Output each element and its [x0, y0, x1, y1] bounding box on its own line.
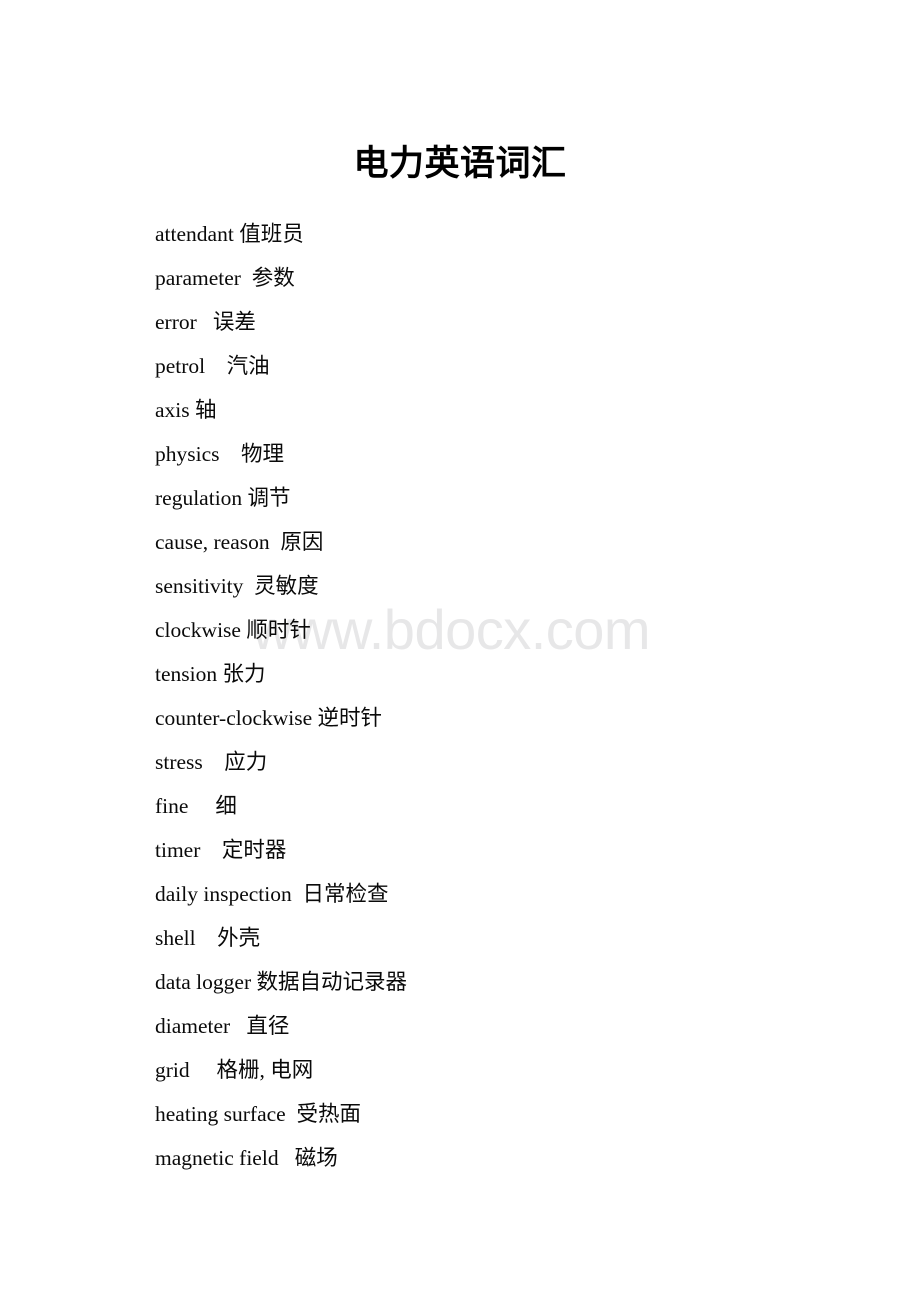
- vocabulary-entry: cause, reason 原因: [155, 520, 855, 564]
- entry-term: attendant: [155, 222, 234, 246]
- vocabulary-entry: data logger 数据自动记录器: [155, 960, 855, 1004]
- vocabulary-entry: diameter 直径: [155, 1004, 855, 1048]
- entry-gloss: 张力: [222, 662, 266, 686]
- entry-separator: [286, 1102, 297, 1126]
- entry-separator: [292, 882, 303, 906]
- entry-term: tension: [155, 662, 218, 686]
- vocabulary-entry: sensitivity 灵敏度: [155, 564, 855, 608]
- entry-gloss: 定时器: [221, 838, 287, 862]
- entry-separator: [197, 310, 213, 334]
- entry-gloss: 误差: [212, 310, 256, 334]
- entry-gloss: 磁场: [294, 1146, 338, 1170]
- entry-separator: [205, 354, 227, 378]
- entry-separator: [279, 1146, 295, 1170]
- entry-gloss: 原因: [280, 530, 324, 554]
- vocabulary-entry: attendant 值班员: [155, 212, 855, 256]
- entry-term: shell: [155, 926, 196, 950]
- entry-separator: [190, 1058, 217, 1082]
- entry-term: error: [155, 310, 197, 334]
- entry-gloss: 直径: [246, 1014, 290, 1038]
- entry-term: physics: [155, 442, 220, 466]
- entry-gloss: 数据自动记录器: [256, 970, 408, 994]
- entry-separator: [220, 442, 242, 466]
- entry-gloss: 轴: [195, 398, 217, 422]
- entry-separator: [200, 838, 222, 862]
- entry-gloss: 格栅, 电网: [216, 1058, 314, 1082]
- entry-term: petrol: [155, 354, 206, 378]
- entry-term: sensitivity: [155, 574, 244, 598]
- vocabulary-entry: error 误差: [155, 300, 855, 344]
- entry-separator: [230, 1014, 246, 1038]
- entry-gloss: 参数: [251, 266, 295, 290]
- vocabulary-entry: petrol 汽油: [155, 344, 855, 388]
- vocabulary-entry: shell 外壳: [155, 916, 855, 960]
- entry-separator: [203, 750, 225, 774]
- entry-term: diameter: [155, 1014, 231, 1038]
- vocabulary-entry: timer 定时器: [155, 828, 855, 872]
- entry-term: fine: [155, 794, 189, 818]
- entry-term: axis: [155, 398, 190, 422]
- entry-term: parameter: [155, 266, 241, 290]
- vocabulary-entry: grid 格栅, 电网: [155, 1048, 855, 1092]
- entry-gloss: 逆时针: [317, 706, 383, 730]
- entry-term: clockwise: [155, 618, 241, 642]
- entry-separator: [196, 926, 218, 950]
- entry-separator: [243, 574, 254, 598]
- entry-term: data logger: [155, 970, 252, 994]
- entry-term: daily inspection: [155, 882, 292, 906]
- entry-separator: [188, 794, 215, 818]
- entry-term: grid: [155, 1058, 190, 1082]
- vocabulary-entry: daily inspection 日常检查: [155, 872, 855, 916]
- entry-gloss: 细: [215, 794, 237, 818]
- entry-gloss: 应力: [224, 750, 268, 774]
- entry-term: stress: [155, 750, 203, 774]
- vocabulary-entry: axis 轴: [155, 388, 855, 432]
- entry-gloss: 受热面: [296, 1102, 361, 1126]
- vocabulary-entry: stress 应力: [155, 740, 855, 784]
- vocabulary-entry: regulation 调节: [155, 476, 855, 520]
- entry-separator: [270, 530, 281, 554]
- document-page: www.bdocx.com 电力英语词汇 attendant 值班员 parame…: [0, 0, 920, 1302]
- entry-gloss: 灵敏度: [254, 574, 319, 598]
- entry-term: magnetic field: [155, 1146, 279, 1170]
- entry-gloss: 汽油: [226, 354, 270, 378]
- vocabulary-entry: tension 张力: [155, 652, 855, 696]
- entry-separator: [241, 266, 252, 290]
- vocabulary-entry: parameter 参数: [155, 256, 855, 300]
- entry-gloss: 值班员: [239, 222, 304, 246]
- vocabulary-entry: clockwise 顺时针: [155, 608, 855, 652]
- entry-gloss: 调节: [247, 486, 291, 510]
- vocabulary-entry: fine 细: [155, 784, 855, 828]
- entry-term: timer: [155, 838, 201, 862]
- vocabulary-entry: physics 物理: [155, 432, 855, 476]
- entry-term: regulation: [155, 486, 243, 510]
- entry-gloss: 顺时针: [246, 618, 311, 642]
- entry-gloss: 外壳: [217, 926, 261, 950]
- vocabulary-entry: heating surface 受热面: [155, 1092, 855, 1136]
- vocabulary-list: attendant 值班员 parameter 参数 error 误差 petrol …: [155, 212, 855, 1180]
- vocabulary-entry: magnetic field 磁场: [155, 1136, 855, 1180]
- entry-gloss: 日常检查: [302, 882, 389, 906]
- entry-term: heating surface: [155, 1102, 286, 1126]
- entry-term: counter-clockwise: [155, 706, 313, 730]
- vocabulary-entry: counter-clockwise 逆时针: [155, 696, 855, 740]
- page-title: 电力英语词汇: [353, 144, 567, 183]
- entry-gloss: 物理: [241, 442, 285, 466]
- entry-term: cause, reason: [155, 530, 270, 554]
